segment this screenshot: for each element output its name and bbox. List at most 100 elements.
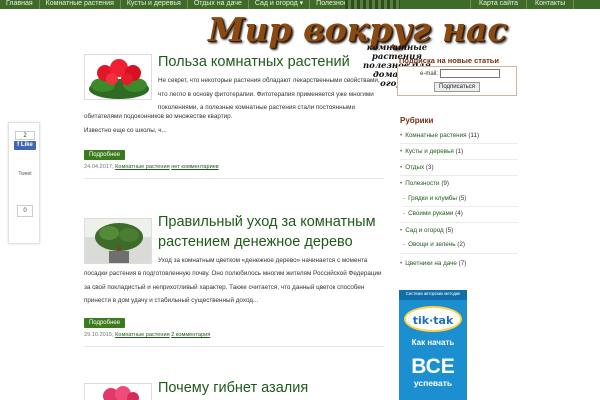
top-navigation: Главная Комнатные растения Кусты и дерев… <box>0 0 600 9</box>
rubric-divider <box>400 253 518 254</box>
ad-subline: успевать <box>413 378 453 388</box>
ad-logo-text: tik·tak <box>412 314 454 327</box>
post-meta: 29.10.2015, Комнатные растения 2 коммент… <box>84 332 210 338</box>
decorative-stripes <box>345 0 400 9</box>
rubric-link[interactable]: Грядки и клумбы <box>408 195 457 202</box>
post-excerpt-continued: посадки растения в подготовленную почву.… <box>84 267 384 308</box>
bullet-icon: • <box>400 132 403 139</box>
bullet-icon: • <box>400 227 403 234</box>
excerpt-line: посадки растения в подготовленную почву.… <box>84 270 382 277</box>
subscribe-form: e-mail: Подписаться <box>397 66 517 96</box>
rubric-item[interactable]: • Сад и огород (5) <box>400 227 453 234</box>
post-thumbnail[interactable] <box>84 54 152 100</box>
bullet-icon: - <box>403 195 406 202</box>
menu-item-home[interactable]: Главная <box>0 0 40 9</box>
excerpt-line: Не секрет, что некоторые растения облада… <box>158 77 380 84</box>
bullet-icon: - <box>403 241 406 248</box>
ad-logo: tik·tak <box>404 306 462 332</box>
excerpt-line: обитателями подоконников во множестве кв… <box>84 113 233 120</box>
menu-item-dacha-rest[interactable]: Отдых на даче <box>188 0 249 9</box>
main-menu: Главная Комнатные растения Кусты и дерев… <box>0 0 367 9</box>
rubric-count: (1) <box>455 148 464 155</box>
menu-item-house-plants[interactable]: Комнатные растения <box>40 0 121 9</box>
post-thumbnail[interactable] <box>84 383 152 400</box>
rubric-divider <box>400 175 518 176</box>
post-date: 24.04.2017, <box>84 164 114 170</box>
bullet-icon: • <box>400 148 403 155</box>
rubric-link[interactable]: Комнатные растения <box>405 132 466 139</box>
post-date: 29.10.2015, <box>84 332 114 338</box>
read-more-button[interactable]: Подробнее <box>84 318 125 328</box>
rubric-link[interactable]: Сад и огород <box>405 227 444 234</box>
post-title[interactable]: Польза комнатных растений <box>158 52 393 72</box>
menu-item-contacts[interactable]: Контакты <box>527 0 575 9</box>
rubric-link[interactable]: Цветники на даче <box>405 260 457 267</box>
post-title[interactable]: Правильный уход за комнатным растением д… <box>158 212 393 252</box>
tweet-button[interactable]: Tweet <box>14 171 36 177</box>
rubric-count: (11) <box>468 132 480 139</box>
rubric-subitem[interactable]: - Своими руками (4) <box>403 210 463 217</box>
rubric-item[interactable]: • Комнатные растения (11) <box>400 132 479 139</box>
menu-item-garden[interactable]: Сад и огород ▾ <box>249 0 311 9</box>
menu-item-bushes-trees[interactable]: Кусты и деревья <box>121 0 188 9</box>
rubric-item[interactable]: • Полезности (9) <box>400 180 449 187</box>
google-plus-button[interactable]: 0 <box>17 205 33 217</box>
post-category-link[interactable]: Комнатные растения <box>115 164 170 170</box>
rubric-link[interactable]: Своими руками <box>408 210 453 217</box>
rubric-link[interactable]: Кусты и деревья <box>405 148 454 155</box>
post-meta: 24.04.2017, Комнатные растения нет комме… <box>84 164 219 170</box>
excerpt-line: что легло в основу фитотерапии. Фитотера… <box>158 90 374 98</box>
post-comments-link[interactable]: 2 комментария <box>171 332 210 338</box>
email-label: e-mail: <box>420 71 439 77</box>
excerpt-line: Уход за комнатным цветком «денежное дере… <box>158 257 368 264</box>
rubrics-title: Рубрики <box>400 116 434 125</box>
rubric-divider <box>403 206 518 207</box>
facebook-count: 2 <box>15 131 35 140</box>
subscribe-button[interactable]: Подписаться <box>434 82 480 92</box>
rubric-item[interactable]: • Цветники на даче (7) <box>400 260 466 267</box>
ad-big-text: ВСЕ <box>411 355 455 378</box>
rubric-item[interactable]: • Кусты и деревья (1) <box>400 148 463 155</box>
rubric-link[interactable]: Овощи и зелень <box>408 241 455 248</box>
read-more-button[interactable]: Подробнее <box>84 150 125 160</box>
rubric-subitem[interactable]: - Овощи и зелень (2) <box>403 241 465 248</box>
subscribe-title: Подписка на новые статьи <box>399 56 500 65</box>
post-title[interactable]: Почему гибнет азалия <box>158 378 393 398</box>
ad-banner[interactable]: Система авторских методик tik·tak Как на… <box>399 290 467 400</box>
post-divider <box>84 346 384 347</box>
post-excerpt: Уход за комнатным цветком «денежное дере… <box>158 254 393 268</box>
excerpt-line: Известно еще со школы, ч... <box>84 126 167 134</box>
secondary-menu: Карта сайта Контакты <box>470 0 575 9</box>
rubric-divider <box>400 159 518 160</box>
post-excerpt-continued: обитателями подоконников во множестве кв… <box>84 110 384 137</box>
red-flower-image <box>85 55 151 99</box>
rubric-count: (2) <box>457 241 465 248</box>
rubric-link[interactable]: Отдых <box>405 164 424 171</box>
rubric-count: (7) <box>458 260 467 267</box>
menu-item-sitemap[interactable]: Карта сайта <box>470 0 527 9</box>
facebook-like-button[interactable]: f Like <box>14 141 36 150</box>
email-input[interactable] <box>440 69 500 78</box>
bullet-icon: • <box>400 164 403 171</box>
social-share-panel: 2 f Like Tweet 0 <box>8 122 40 244</box>
azalea-image <box>85 384 151 400</box>
rubric-divider <box>400 222 518 223</box>
rubric-count: (5) <box>445 227 454 234</box>
rubric-divider <box>400 143 518 144</box>
rubric-item[interactable]: • Отдых (3) <box>400 164 434 171</box>
post-comments-link[interactable]: нет комментариев <box>171 164 219 170</box>
rubric-link[interactable]: Полезности <box>405 180 439 187</box>
ad-headline: Как начать <box>411 338 455 347</box>
ad-top-text: Система авторских методик <box>399 290 467 300</box>
post-thumbnail[interactable] <box>84 218 152 264</box>
post-divider <box>84 178 384 179</box>
bullet-icon: • <box>400 180 403 187</box>
post-excerpt: Не секрет, что некоторые растения облада… <box>158 74 393 115</box>
post-category-link[interactable]: Комнатные растения <box>115 332 170 338</box>
money-tree-image <box>85 219 151 263</box>
rubric-count: (9) <box>441 180 450 187</box>
rubric-count: (4) <box>455 210 463 217</box>
rubric-subitem[interactable]: - Грядки и клумбы (5) <box>403 195 466 202</box>
bullet-icon: • <box>400 260 403 267</box>
excerpt-line: за свой покладистый и неприхотливый хара… <box>84 283 365 291</box>
